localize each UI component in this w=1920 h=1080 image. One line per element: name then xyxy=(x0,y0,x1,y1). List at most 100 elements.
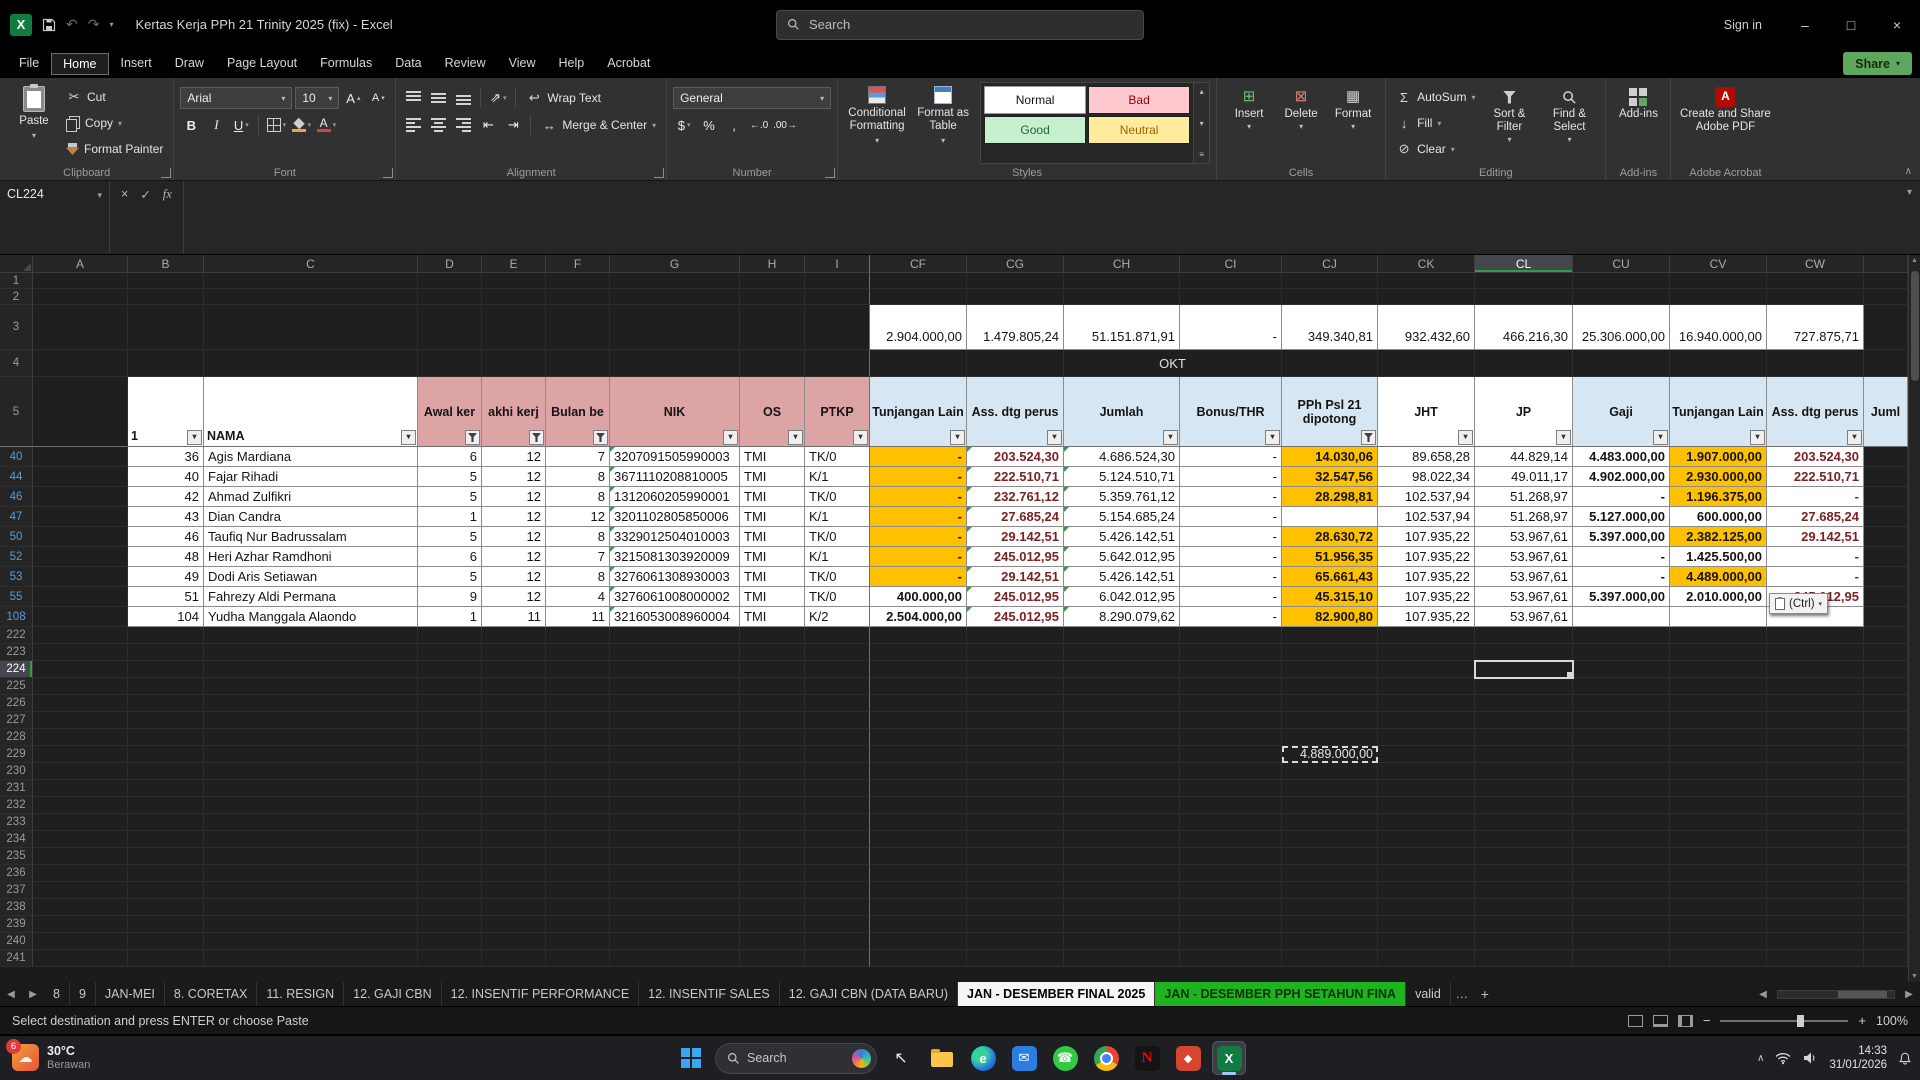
italic-button[interactable]: I xyxy=(205,114,227,136)
cell-CU46[interactable]: - xyxy=(1573,487,1670,507)
cell-CX55[interactable] xyxy=(1864,587,1908,607)
cell-CX239[interactable] xyxy=(1864,916,1908,933)
menu-tab-data[interactable]: Data xyxy=(384,53,432,75)
cell-CK55[interactable]: 107.935,22 xyxy=(1378,587,1475,607)
cell-E230[interactable] xyxy=(482,763,546,780)
cell-CV227[interactable] xyxy=(1670,712,1767,729)
menu-tab-review[interactable]: Review xyxy=(434,53,497,75)
cell-CL1[interactable] xyxy=(1475,273,1573,289)
tabs-overflow-button[interactable]: … xyxy=(1451,982,1473,1006)
cell-B229[interactable] xyxy=(128,746,204,763)
cell-CF232[interactable] xyxy=(870,797,967,814)
cell-G50[interactable]: 3329012504010003 xyxy=(610,527,740,547)
cell-H239[interactable] xyxy=(740,916,805,933)
cell-CF46[interactable]: - xyxy=(870,487,967,507)
cell-CU108[interactable] xyxy=(1573,607,1670,627)
cell-F47[interactable]: 12 xyxy=(546,507,610,527)
tray-expand-icon[interactable]: ∧ xyxy=(1757,1053,1764,1064)
cell-CI230[interactable] xyxy=(1180,763,1282,780)
cell-I236[interactable] xyxy=(805,865,870,882)
cell-CW228[interactable] xyxy=(1767,729,1864,746)
filter-button-CW[interactable]: ▾ xyxy=(1847,430,1862,445)
zoom-slider[interactable] xyxy=(1720,1014,1849,1027)
cell-CG241[interactable] xyxy=(967,950,1064,967)
cell-CV5[interactable]: Tunjangan Lain ▾ xyxy=(1670,377,1767,447)
cell-H231[interactable] xyxy=(740,780,805,797)
cell-G226[interactable] xyxy=(610,695,740,712)
cell-CX235[interactable] xyxy=(1864,848,1908,865)
insert-button[interactable]: ⊞ Insert ▾ xyxy=(1223,82,1275,164)
cell-C108[interactable]: Yudha Manggala Alaondo xyxy=(204,607,418,627)
cell-F225[interactable] xyxy=(546,678,610,695)
cell-CX44[interactable] xyxy=(1864,467,1908,487)
menu-tab-home[interactable]: Home xyxy=(51,52,109,75)
cell-A46[interactable] xyxy=(33,487,128,507)
cell-G224[interactable] xyxy=(610,661,740,678)
cell-CU52[interactable]: - xyxy=(1573,547,1670,567)
cell-D226[interactable] xyxy=(418,695,482,712)
cell-G2[interactable] xyxy=(610,289,740,305)
new-sheet-button[interactable]: + xyxy=(1473,982,1497,1006)
cell-CJ108[interactable]: 82.900,80 xyxy=(1282,607,1378,627)
taskbar-app-excel[interactable]: X xyxy=(1212,1041,1246,1075)
cell-CW241[interactable] xyxy=(1767,950,1864,967)
cell-CG234[interactable] xyxy=(967,831,1064,848)
cell-CW234[interactable] xyxy=(1767,831,1864,848)
cell-CU237[interactable] xyxy=(1573,882,1670,899)
cell-B224[interactable] xyxy=(128,661,204,678)
cell-CV226[interactable] xyxy=(1670,695,1767,712)
row-header-235[interactable]: 235 xyxy=(0,848,33,865)
wifi-icon[interactable] xyxy=(1775,1052,1791,1065)
cell-H5[interactable]: OS ▾ xyxy=(740,377,805,447)
cell-CX47[interactable] xyxy=(1864,507,1908,527)
align-left-button[interactable] xyxy=(402,114,424,136)
cell-CW231[interactable] xyxy=(1767,780,1864,797)
cell-D233[interactable] xyxy=(418,814,482,831)
cell-B1[interactable] xyxy=(128,273,204,289)
cell-G47[interactable]: 3201102805850006 xyxy=(610,507,740,527)
cell-CH240[interactable] xyxy=(1064,933,1180,950)
create-share-adobe-pdf-button[interactable]: A Create and Share Adobe PDF xyxy=(1677,82,1773,164)
cell-I237[interactable] xyxy=(805,882,870,899)
cell-B238[interactable] xyxy=(128,899,204,916)
cell-CL40[interactable]: 44.829,14 xyxy=(1475,447,1573,467)
cell-E2[interactable] xyxy=(482,289,546,305)
cell-CI236[interactable] xyxy=(1180,865,1282,882)
col-header-CV[interactable]: CV xyxy=(1670,255,1767,273)
cell-G241[interactable] xyxy=(610,950,740,967)
cell-H234[interactable] xyxy=(740,831,805,848)
cell-CG227[interactable] xyxy=(967,712,1064,729)
cell-E228[interactable] xyxy=(482,729,546,746)
cell-C232[interactable] xyxy=(204,797,418,814)
cell-CF40[interactable]: - xyxy=(870,447,967,467)
cell-CG240[interactable] xyxy=(967,933,1064,950)
cell-CW236[interactable] xyxy=(1767,865,1864,882)
cell-CK234[interactable] xyxy=(1378,831,1475,848)
row-header-47[interactable]: 47 xyxy=(0,507,33,527)
cell-CJ224[interactable] xyxy=(1282,661,1378,678)
cell-A50[interactable] xyxy=(33,527,128,547)
cell-CV228[interactable] xyxy=(1670,729,1767,746)
cell-E229[interactable] xyxy=(482,746,546,763)
cell-D238[interactable] xyxy=(418,899,482,916)
cell-CI44[interactable]: - xyxy=(1180,467,1282,487)
cell-CG52[interactable]: 245.012,95 xyxy=(967,547,1064,567)
cell-CK50[interactable]: 107.935,22 xyxy=(1378,527,1475,547)
cell-CX1[interactable] xyxy=(1864,273,1908,289)
cell-CH222[interactable] xyxy=(1064,627,1180,644)
cell-D46[interactable]: 5 xyxy=(418,487,482,507)
cell-E241[interactable] xyxy=(482,950,546,967)
cell-D1[interactable] xyxy=(418,273,482,289)
filter-button-CG[interactable]: ▾ xyxy=(1047,430,1062,445)
cell-F227[interactable] xyxy=(546,712,610,729)
col-header-CG[interactable]: CG xyxy=(967,255,1064,273)
cell-I47[interactable]: K/1 xyxy=(805,507,870,527)
speaker-icon[interactable] xyxy=(1802,1051,1818,1065)
cell-CU5[interactable]: Gaji ▾ xyxy=(1573,377,1670,447)
cell-D4[interactable] xyxy=(418,350,482,377)
cell-E52[interactable]: 12 xyxy=(482,547,546,567)
wrap-text-button[interactable]: ↩ Wrap Text xyxy=(522,87,605,109)
cell-CF233[interactable] xyxy=(870,814,967,831)
row-header-2[interactable]: 2 xyxy=(0,289,33,305)
cell-CJ3[interactable]: 349.340,81 xyxy=(1282,305,1378,350)
